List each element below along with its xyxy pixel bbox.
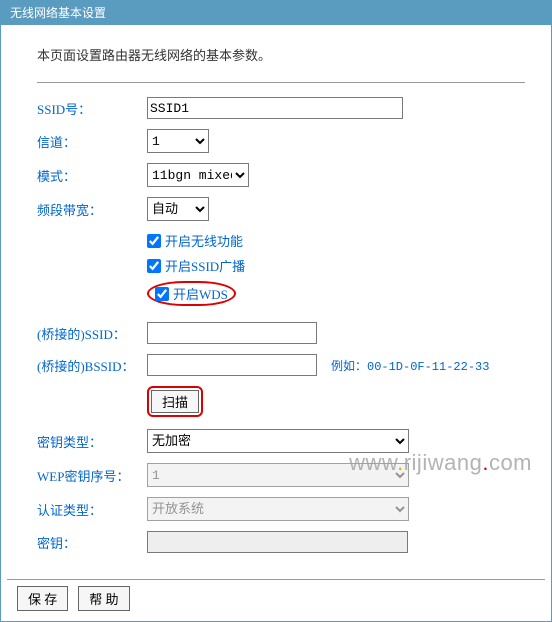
key-label: 密钥：	[37, 533, 147, 552]
watermark-mid: rijiwang	[404, 450, 483, 475]
window: 无线网络基本设置 本页面设置路由器无线网络的基本参数。 SSID号： 信道： 1…	[0, 0, 552, 622]
bridge-bssid-input[interactable]	[147, 354, 317, 376]
wds-highlight: 开启WDS	[147, 281, 236, 306]
wepidx-label: WEP密钥序号：	[37, 466, 147, 485]
key-input	[147, 531, 408, 553]
bandwidth-select[interactable]: 自动	[147, 197, 209, 221]
divider-top	[37, 82, 525, 83]
enc-label: 密钥类型：	[37, 432, 147, 451]
watermark-pre: www	[349, 450, 397, 475]
mode-label: 模式：	[37, 166, 147, 185]
enable-ssid-broadcast-checkbox[interactable]	[147, 259, 161, 273]
watermark-post: com	[489, 450, 532, 475]
bw-label: 频段带宽：	[37, 200, 147, 219]
intro-text: 本页面设置路由器无线网络的基本参数。	[37, 45, 525, 64]
bssid-example: 例如：00-1D-0F-11-22-33	[331, 357, 489, 374]
help-button[interactable]: 帮 助	[78, 586, 129, 611]
dot-icon: .	[397, 450, 404, 475]
dot-icon: .	[482, 450, 489, 475]
enable-wireless-checkbox[interactable]	[147, 234, 161, 248]
ssid-label: SSID号：	[37, 99, 147, 118]
channel-label: 信道：	[37, 132, 147, 151]
channel-select[interactable]: 1	[147, 129, 209, 153]
content-outer: 本页面设置路由器无线网络的基本参数。 SSID号： 信道： 1 模式： 11bg…	[0, 25, 552, 622]
enable-wireless-label: 开启无线功能	[165, 231, 243, 250]
mode-select[interactable]: 11bgn mixed	[147, 163, 249, 187]
scan-button[interactable]: 扫描	[151, 390, 199, 413]
title-text: 无线网络基本设置	[10, 6, 106, 20]
ssid-input[interactable]	[147, 97, 403, 119]
bridge-ssid-label: (桥接的)SSID：	[37, 324, 147, 343]
watermark: www.rijiwang.com	[349, 450, 532, 476]
scan-highlight: 扫描	[147, 386, 203, 417]
auth-label: 认证类型：	[37, 500, 147, 519]
title-bar: 无线网络基本设置	[0, 0, 552, 25]
content: 本页面设置路由器无线网络的基本参数。 SSID号： 信道： 1 模式： 11bg…	[7, 31, 545, 579]
bridge-ssid-input[interactable]	[147, 322, 317, 344]
save-button[interactable]: 保 存	[17, 586, 68, 611]
enable-ssid-broadcast-label: 开启SSID广播	[165, 256, 245, 275]
bridge-bssid-label: (桥接的)BSSID：	[37, 356, 147, 375]
enable-wds-checkbox[interactable]	[155, 287, 169, 301]
enable-wds-label: 开启WDS	[173, 284, 228, 303]
footer: 保 存 帮 助	[7, 579, 545, 615]
